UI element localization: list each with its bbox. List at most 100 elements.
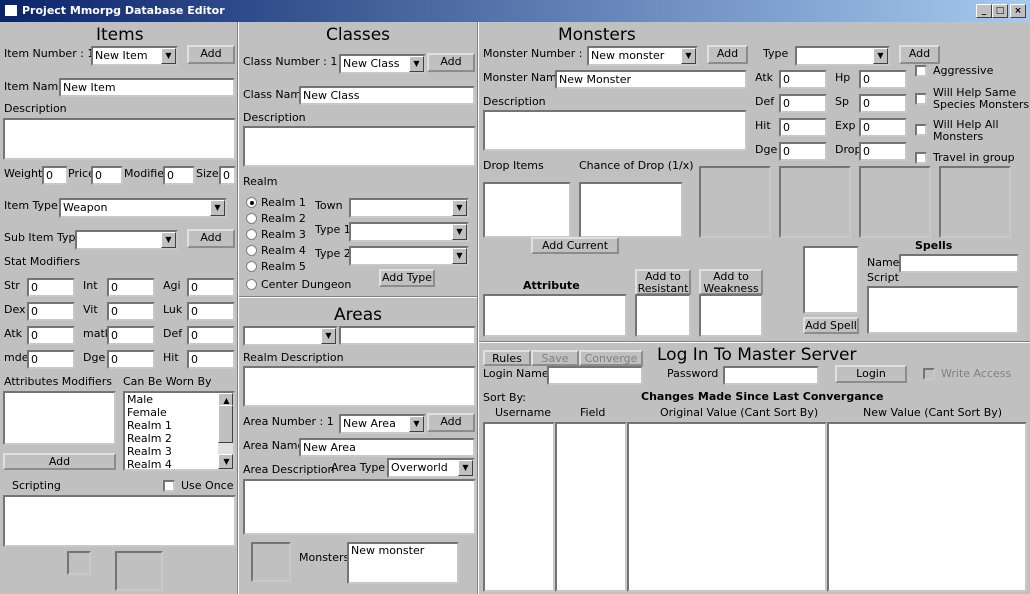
login-button[interactable]: Login: [835, 365, 907, 383]
scrollbar[interactable]: ▲ ▼: [218, 393, 233, 469]
chevron-down-icon[interactable]: ▼: [321, 328, 336, 344]
type-1-select[interactable]: ▼: [349, 222, 469, 242]
add-to-resistant-button[interactable]: Add to Resistant: [635, 269, 691, 295]
area-add-button[interactable]: Add: [427, 413, 475, 432]
area-description-input[interactable]: [243, 479, 476, 535]
monster-atk-input[interactable]: 0: [779, 70, 827, 89]
modifier-input[interactable]: 0: [163, 166, 195, 185]
username-list[interactable]: [483, 422, 555, 592]
add-type-button[interactable]: Add Type: [379, 269, 435, 287]
monster-hp-input[interactable]: 0: [859, 70, 907, 89]
list-item[interactable]: Male: [125, 393, 233, 406]
monster-exp-input[interactable]: 0: [859, 118, 907, 137]
sub-item-type-select[interactable]: ▼: [75, 230, 178, 250]
scripting-input[interactable]: [3, 495, 236, 547]
use-once-checkbox[interactable]: [163, 480, 175, 492]
item-select[interactable]: New Item ▼: [91, 46, 178, 66]
resistant-list[interactable]: [635, 294, 691, 337]
add-spell-button[interactable]: Add Spell: [803, 317, 859, 334]
type-2-select[interactable]: ▼: [349, 246, 469, 266]
spell-name-input[interactable]: [899, 254, 1019, 273]
realm-5-radio[interactable]: [246, 261, 257, 272]
item-description-input[interactable]: [3, 118, 236, 160]
realm-1-radio[interactable]: [246, 197, 257, 208]
stat-hit-input[interactable]: 0: [187, 350, 235, 369]
column-username[interactable]: Username: [495, 406, 551, 419]
stat-int-input[interactable]: 0: [107, 278, 155, 297]
maximize-button[interactable]: □: [992, 4, 1008, 18]
price-input[interactable]: 0: [91, 166, 123, 185]
class-add-button[interactable]: Add: [427, 53, 475, 72]
chevron-down-icon[interactable]: ▼: [161, 48, 176, 64]
realm-description-input[interactable]: [243, 366, 476, 407]
monster-drop-input[interactable]: 0: [859, 142, 907, 161]
center-dungeon-radio[interactable]: [246, 279, 257, 290]
stat-agi-input[interactable]: 0: [187, 278, 235, 297]
chevron-down-icon[interactable]: ▼: [409, 56, 424, 72]
monster-name-input[interactable]: New Monster: [555, 70, 747, 89]
size-input[interactable]: 0: [219, 166, 236, 185]
area-monsters-list[interactable]: New monster: [347, 542, 459, 584]
stat-str-input[interactable]: 0: [27, 278, 75, 297]
realm-3-radio[interactable]: [246, 229, 257, 240]
area-name-input[interactable]: New Area: [299, 438, 475, 457]
chevron-down-icon[interactable]: ▼: [218, 454, 233, 469]
minimize-button[interactable]: _: [976, 4, 992, 18]
item-name-input[interactable]: New Item: [59, 78, 235, 97]
chevron-down-icon[interactable]: ▼: [452, 224, 467, 240]
scroll-thumb[interactable]: [218, 405, 233, 443]
chevron-down-icon[interactable]: ▼: [873, 48, 888, 64]
drop-items-list[interactable]: [483, 182, 571, 238]
list-item[interactable]: Female: [125, 406, 233, 419]
stat-luk-input[interactable]: 0: [187, 302, 235, 321]
monster-select[interactable]: New monster ▼: [587, 46, 698, 66]
write-access-checkbox[interactable]: [923, 368, 935, 380]
add-current-item-button[interactable]: Add Current Item: [531, 237, 619, 254]
travel-in-group-checkbox[interactable]: [915, 152, 927, 164]
aggressive-checkbox[interactable]: [915, 65, 927, 77]
spells-list[interactable]: [803, 246, 859, 314]
list-item[interactable]: Realm 2: [125, 432, 233, 445]
help-same-species-checkbox[interactable]: [915, 93, 927, 105]
chevron-down-icon[interactable]: ▼: [210, 200, 225, 216]
chevron-down-icon[interactable]: ▼: [452, 200, 467, 216]
new-value-list[interactable]: [827, 422, 1027, 592]
password-input[interactable]: [723, 366, 819, 385]
attribute-add-button[interactable]: Add: [3, 453, 116, 470]
monster-description-input[interactable]: [483, 110, 747, 151]
list-item[interactable]: New monster: [349, 544, 457, 557]
stat-vit-input[interactable]: 0: [107, 302, 155, 321]
realm-select[interactable]: ▼: [243, 326, 338, 346]
stat-atk-input[interactable]: 0: [27, 326, 75, 345]
area-select[interactable]: New Area ▼: [339, 414, 426, 434]
chevron-down-icon[interactable]: ▼: [161, 232, 176, 248]
close-button[interactable]: ×: [1010, 4, 1026, 18]
monster-type-add-button[interactable]: Add: [899, 45, 940, 64]
class-name-input[interactable]: New Class: [299, 86, 475, 105]
stat-mdef-input[interactable]: 0: [27, 350, 75, 369]
save-button[interactable]: Save: [531, 350, 579, 366]
area-type-select[interactable]: Overworld ▼: [387, 458, 475, 478]
chevron-down-icon[interactable]: ▼: [452, 248, 467, 264]
list-item[interactable]: Realm 4: [125, 458, 233, 469]
realm-name-input[interactable]: [339, 326, 476, 345]
login-name-input[interactable]: [547, 366, 643, 385]
list-item[interactable]: Realm 3: [125, 445, 233, 458]
item-type-select[interactable]: Weapon ▼: [59, 198, 227, 218]
class-select[interactable]: New Class ▼: [339, 54, 426, 74]
attributes-modifiers-list[interactable]: [3, 391, 116, 445]
realm-2-radio[interactable]: [246, 213, 257, 224]
stat-def-input[interactable]: 0: [187, 326, 235, 345]
town-select[interactable]: ▼: [349, 198, 469, 218]
stat-dex-input[interactable]: 0: [27, 302, 75, 321]
chevron-down-icon[interactable]: ▼: [409, 416, 424, 432]
attribute-list[interactable]: [483, 294, 627, 337]
item-add-button[interactable]: Add: [187, 45, 235, 64]
stat-dge-input[interactable]: 0: [107, 350, 155, 369]
chevron-down-icon[interactable]: ▼: [681, 48, 696, 64]
list-item[interactable]: Realm 1: [125, 419, 233, 432]
monster-add-button[interactable]: Add: [707, 45, 748, 64]
chance-of-drop-list[interactable]: [579, 182, 683, 238]
can-be-worn-list[interactable]: Male Female Realm 1 Realm 2 Realm 3 Real…: [123, 391, 235, 471]
monster-sp-input[interactable]: 0: [859, 94, 907, 113]
